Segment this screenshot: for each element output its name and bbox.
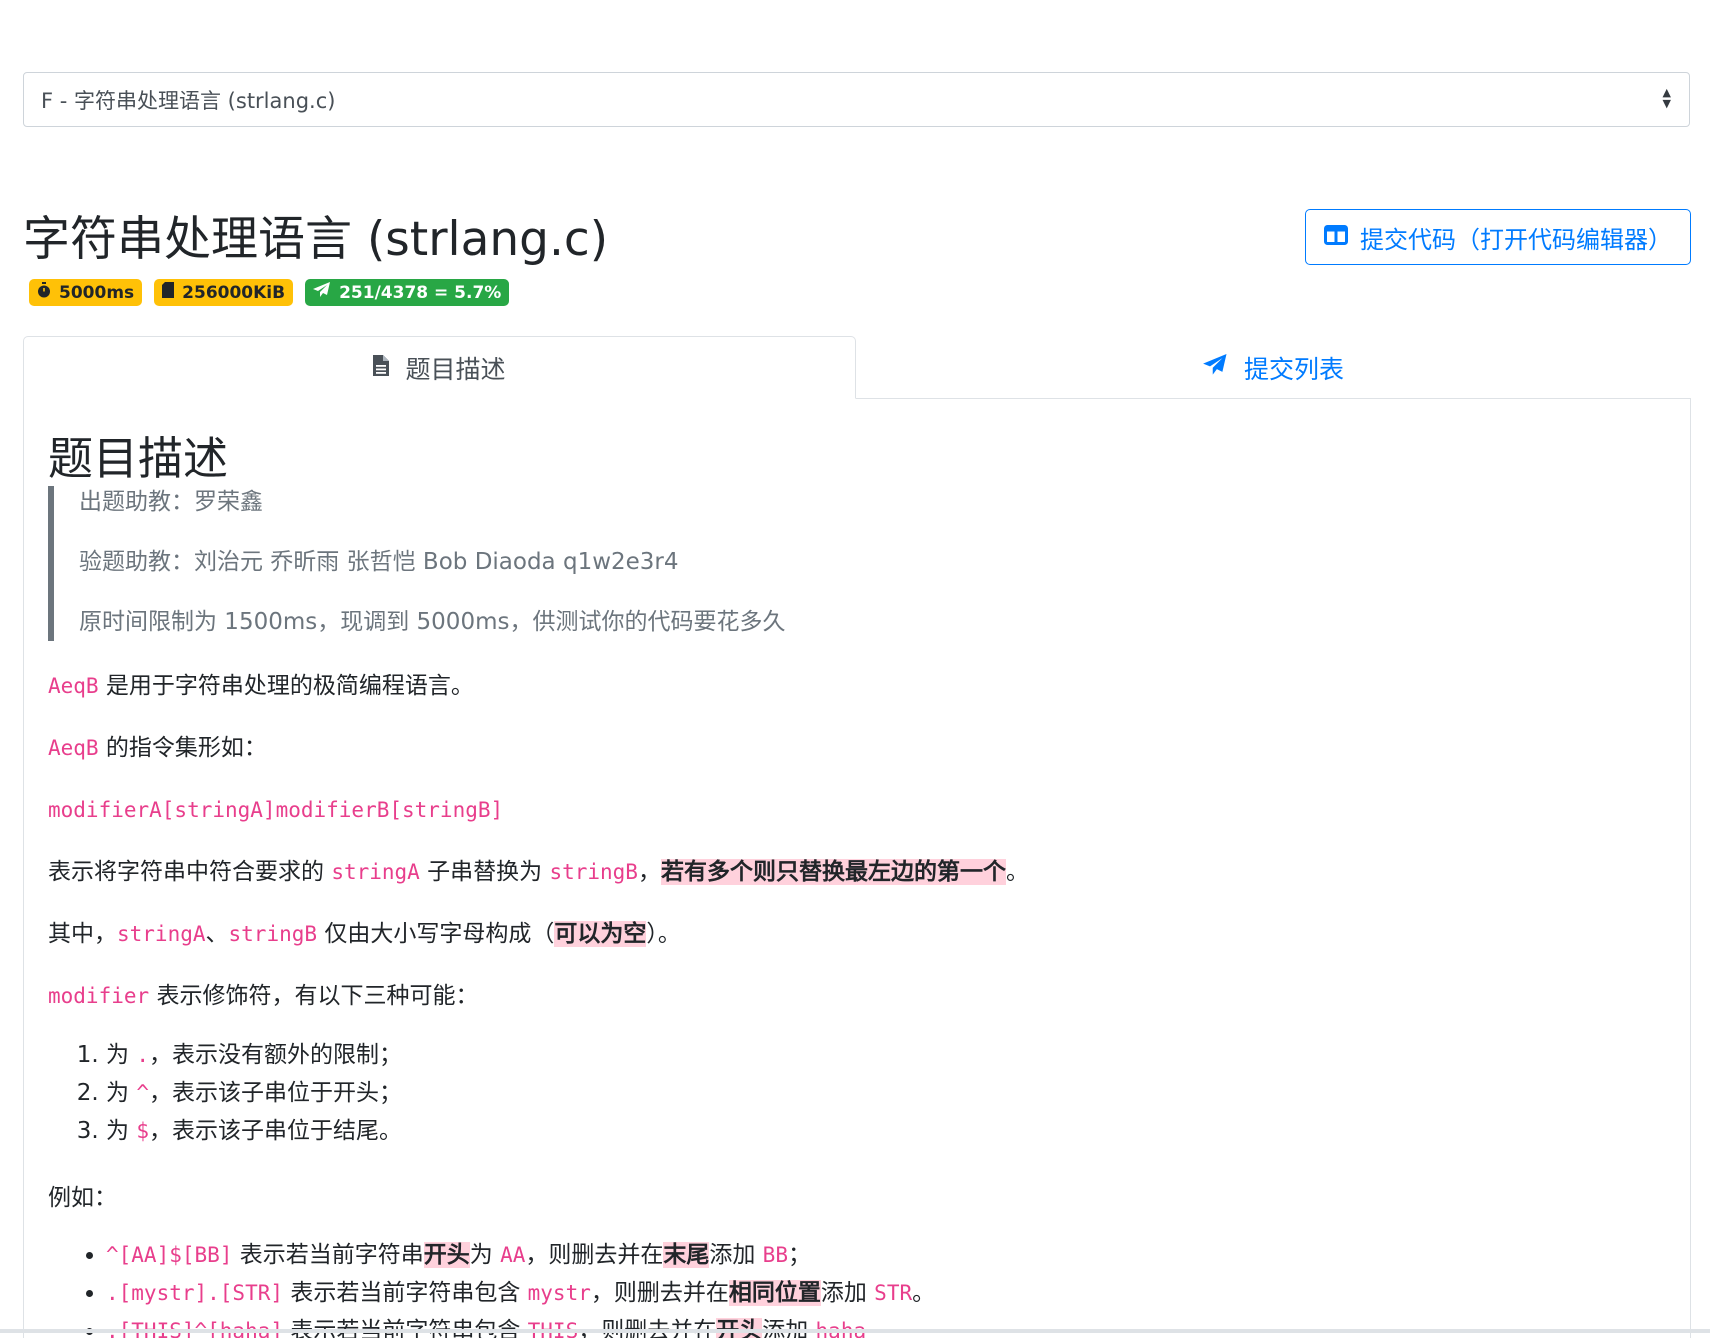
tab-submissions-label: 提交列表	[1243, 354, 1344, 384]
modifier-list: 为 .，表示没有额外的限制； 为 ^，表示该子串位于开头； 为 $，表示该子串位…	[48, 1036, 402, 1150]
acceptance-badge: 251/4378 = 5.7%	[305, 279, 510, 306]
text: ，则删去并在	[525, 1242, 664, 1268]
inline-code: STR	[874, 1281, 913, 1305]
inline-code: ^[AA]$[BB]	[106, 1243, 233, 1267]
problem-info-quote: 出题助教：罗荣鑫 验题助教：刘治元 乔昕雨 张哲恺 Bob Diaoda q1w…	[48, 486, 785, 641]
section-heading: 题目描述	[48, 432, 229, 485]
inline-code: stringB	[549, 860, 638, 884]
inline-code: mystr	[527, 1281, 591, 1305]
inline-code: stringA	[331, 860, 420, 884]
text: 添加	[762, 1318, 816, 1338]
quote-line: 验题助教：刘治元 乔昕雨 张哲恺 Bob Diaoda q1w2e3r4	[79, 549, 679, 575]
highlight-text: 可以为空	[554, 921, 647, 947]
text: ，	[637, 859, 661, 885]
highlight-text: 若有多个则只替换最左边的第一个	[660, 859, 1006, 885]
file-text-icon	[373, 353, 390, 382]
text: ，表示该子串位于开头；	[148, 1080, 402, 1106]
tab-description[interactable]: 题目描述	[23, 336, 856, 399]
inline-code: AeqB	[48, 736, 99, 760]
text: ，则删去并在	[590, 1280, 729, 1306]
text: 添加	[820, 1280, 875, 1306]
text: ，则删去并在	[578, 1318, 717, 1338]
inline-code: BB	[762, 1243, 788, 1267]
text: 的指令集形如：	[98, 735, 267, 761]
example-intro: 例如：	[48, 1185, 117, 1211]
list-item: 为 .，表示没有额外的限制；	[106, 1036, 402, 1074]
text: 为	[469, 1242, 501, 1268]
inline-code: $	[136, 1119, 149, 1143]
text: ）。	[646, 921, 681, 947]
string-constraint-paragraph: 其中，stringA、stringB 仅由大小写字母构成（可以为空）。	[48, 918, 681, 950]
quote-line: 原时间限制为 1500ms，现调到 5000ms，供测试你的代码要花多久	[79, 609, 786, 635]
list-item: 为 $，表示该子串位于结尾。	[106, 1112, 402, 1150]
list-item: .[mystr].[STR] 表示若当前字符串包含 mystr，则删去并在相同位…	[106, 1274, 935, 1312]
problem-select-value: F - 字符串处理语言 (strlang.c)	[41, 88, 336, 113]
text: ，表示该子串位于结尾。	[148, 1118, 402, 1144]
inline-code: modifierA[stringA]modifierB[stringB]	[48, 798, 504, 822]
inline-code: .[mystr].[STR]	[106, 1281, 284, 1305]
list-item: 为 ^，表示该子串位于开头；	[106, 1074, 402, 1112]
text: 。	[1005, 859, 1029, 885]
text: 表示若当前字符串包含	[283, 1318, 528, 1338]
text: 、	[205, 921, 229, 947]
scroll-edge	[0, 1329, 1710, 1333]
text: 子串替换为	[419, 859, 550, 885]
stopwatch-icon	[37, 282, 51, 303]
acceptance-value: 251/4378 = 5.7%	[339, 282, 502, 303]
instruction-set-paragraph: AeqB 的指令集形如：	[48, 732, 267, 764]
text: 其中，	[48, 921, 117, 947]
inline-code: modifier	[48, 984, 150, 1008]
problem-select[interactable]: F - 字符串处理语言 (strlang.c) ▲ ▼	[23, 72, 1690, 127]
example-list: ^[AA]$[BB] 表示若当前字符串开头为 AA，则删去并在末尾添加 BB； …	[48, 1236, 935, 1338]
submit-code-button[interactable]: 提交代码（打开代码编辑器）	[1305, 209, 1691, 265]
inline-code: ^	[136, 1081, 149, 1105]
text: 。	[912, 1280, 936, 1306]
quote-line: 出题助教：罗荣鑫	[79, 489, 263, 515]
highlight-text: 开头	[423, 1242, 470, 1268]
memory-card-icon	[162, 282, 175, 303]
text: 为	[106, 1118, 137, 1144]
time-limit-value: 5000ms	[59, 282, 135, 303]
text: 仅由大小写字母构成（	[317, 921, 555, 947]
memory-limit-value: 256000KiB	[182, 282, 286, 303]
memory-limit-badge: 256000KiB	[154, 279, 294, 306]
tab-description-label: 题目描述	[405, 354, 506, 384]
paper-plane-icon	[1203, 353, 1228, 382]
submit-code-label: 提交代码（打开代码编辑器）	[1360, 225, 1672, 254]
page-title: 字符串处理语言 (strlang.c)	[23, 212, 609, 267]
replace-rule-paragraph: 表示将字符串中符合要求的 stringA 子串替换为 stringB，若有多个则…	[48, 856, 1029, 888]
text: 表示将字符串中符合要求的	[48, 859, 332, 885]
list-item: .[THIS]^[haha] 表示若当前字符串包含 THIS，则删去并在开头添加…	[106, 1312, 935, 1338]
paper-plane-icon	[313, 282, 331, 303]
highlight-text: 末尾	[663, 1242, 710, 1268]
inline-code: AA	[500, 1243, 526, 1267]
text: ，表示没有额外的限制；	[148, 1042, 402, 1068]
inline-code: .	[136, 1043, 149, 1067]
inline-code: AeqB	[48, 674, 99, 698]
text: 表示若当前字符串包含	[283, 1280, 528, 1306]
instruction-format: modifierA[stringA]modifierB[stringB]	[48, 794, 503, 826]
description-panel: 题目描述 出题助教：罗荣鑫 验题助教：刘治元 乔昕雨 张哲恺 Bob Diaod…	[23, 398, 1691, 1338]
text: 表示若当前字符串	[232, 1242, 424, 1268]
intro-paragraph: AeqB 是用于字符串处理的极简编程语言。	[48, 670, 474, 702]
problem-badges: 5000ms 256000KiB 251/4378 = 5.7%	[29, 279, 510, 306]
inline-code: stringA	[117, 922, 206, 946]
text: 表示修饰符，有以下三种可能：	[149, 983, 479, 1009]
text: 添加	[709, 1242, 763, 1268]
text: 是用于字符串处理的极简编程语言。	[98, 673, 474, 699]
select-caret-icon: ▲ ▼	[1662, 86, 1671, 110]
inline-code: stringB	[228, 922, 318, 946]
modifier-paragraph: modifier 表示修饰符，有以下三种可能：	[48, 980, 478, 1012]
columns-icon	[1324, 223, 1348, 251]
highlight-text: 相同位置	[728, 1280, 821, 1306]
text: 为	[106, 1042, 137, 1068]
problem-tabs: 题目描述 提交列表	[23, 336, 1691, 399]
highlight-text: 开头	[716, 1318, 763, 1338]
tab-submissions[interactable]: 提交列表	[856, 336, 1691, 399]
list-item: ^[AA]$[BB] 表示若当前字符串开头为 AA，则删去并在末尾添加 BB；	[106, 1236, 935, 1274]
text: ；	[787, 1242, 811, 1268]
text: 为	[106, 1080, 137, 1106]
time-limit-badge: 5000ms	[29, 279, 143, 306]
